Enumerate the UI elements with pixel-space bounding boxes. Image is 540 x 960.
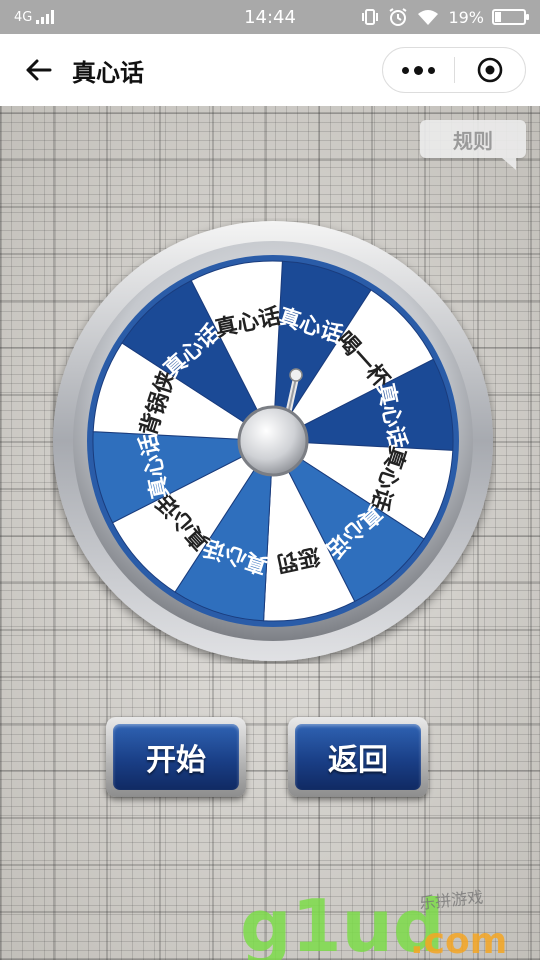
page-title: 真心话 (72, 58, 144, 87)
more-button[interactable] (383, 47, 454, 93)
return-label: 返回 (295, 724, 421, 790)
close-button[interactable] (455, 47, 526, 93)
rules-label: 规则 (453, 128, 493, 153)
wheel[interactable]: 真心话喝一杯真心话真心话真心话惩罚真心话真心话真心话背锅侠真心话真心话 (50, 218, 496, 664)
battery-icon (492, 9, 529, 25)
start-label: 开始 (113, 724, 239, 790)
arrow-left-icon (26, 59, 52, 81)
target-close-icon (477, 57, 503, 83)
return-button[interactable]: 返回 (288, 717, 428, 797)
battery-percent: 19% (448, 7, 484, 27)
signal-icon (36, 10, 55, 24)
mini-program-capsule (382, 47, 526, 93)
status-bar: 4G 14:44 19% (0, 0, 540, 34)
watermark-suffix: .com (410, 921, 507, 960)
alarm-icon (389, 8, 407, 26)
network-type: 4G (14, 9, 33, 25)
status-right: 19% (360, 7, 529, 27)
watermark-logo: g1ud .com 乐拼游戏 (240, 885, 507, 960)
more-dots-icon (401, 65, 435, 75)
nav-bar: 真心话 (0, 34, 540, 106)
network-indicator: 4G (14, 9, 55, 25)
vibrate-icon (362, 9, 379, 25)
wifi-icon (418, 10, 439, 25)
start-button[interactable]: 开始 (106, 717, 246, 797)
back-button[interactable] (18, 50, 58, 90)
wheel-hub[interactable] (237, 405, 309, 477)
rules-button[interactable]: 规则 (420, 120, 526, 170)
